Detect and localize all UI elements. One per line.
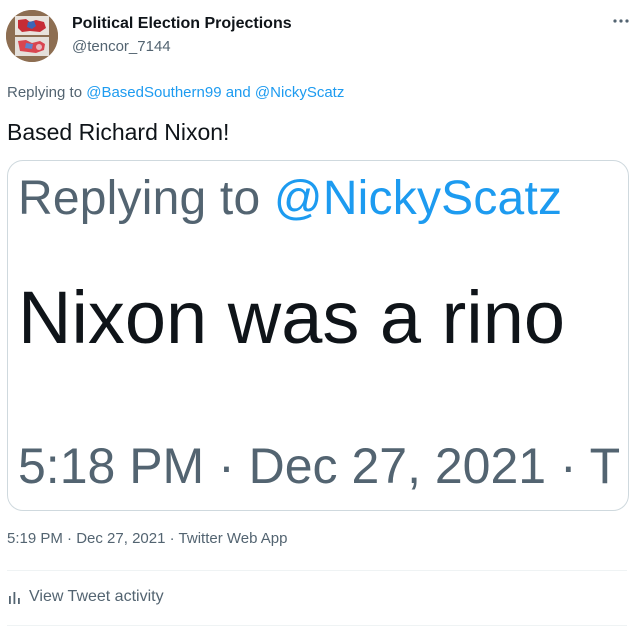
image-reply-user: @NickyScatz [273, 172, 563, 225]
image-reply-context: Replying to @NickyScatz [18, 171, 562, 226]
tweet-source-link[interactable]: Twitter Web App [179, 530, 288, 547]
view-tweet-activity-button[interactable]: View Tweet activity [7, 588, 164, 606]
image-tweet-text: Nixon was a rino [18, 276, 566, 359]
reply-conjunction: and [225, 84, 251, 101]
separator-dot: · [169, 530, 175, 547]
tweet-image[interactable]: Replying to @NickyScatz Nixon was a rino… [7, 160, 629, 511]
tweet-date-link[interactable]: Dec 27, 2021 [76, 530, 165, 547]
reply-context: Replying to @BasedSouthern99 and @NickyS… [7, 84, 344, 101]
bar-chart-icon [7, 589, 23, 605]
divider [7, 625, 627, 626]
separator-dot: · [67, 530, 73, 547]
image-timestamp: 5:18 PM · Dec 27, 2021 · T [18, 438, 621, 494]
user-handle[interactable]: @tencor_7144 [72, 38, 171, 55]
view-tweet-activity-label: View Tweet activity [29, 588, 164, 605]
map-avatar-icon [6, 10, 58, 62]
tweet-text: Based Richard Nixon! [7, 119, 230, 145]
tweet-timestamp: 5:19 PM · Dec 27, 2021 · Twitter Web App [7, 530, 287, 547]
more-dots-icon [613, 19, 629, 23]
reply-user-link-1[interactable]: @BasedSouthern99 [86, 84, 221, 101]
image-reply-prefix: Replying to [18, 172, 261, 225]
display-name[interactable]: Political Election Projections [72, 15, 292, 33]
more-options-button[interactable] [608, 8, 634, 34]
tweet-time-link[interactable]: 5:19 PM [7, 530, 63, 547]
avatar[interactable] [6, 10, 58, 62]
divider [7, 570, 627, 571]
reply-user-link-2[interactable]: @NickyScatz [255, 84, 344, 101]
reply-prefix: Replying to [7, 84, 83, 101]
